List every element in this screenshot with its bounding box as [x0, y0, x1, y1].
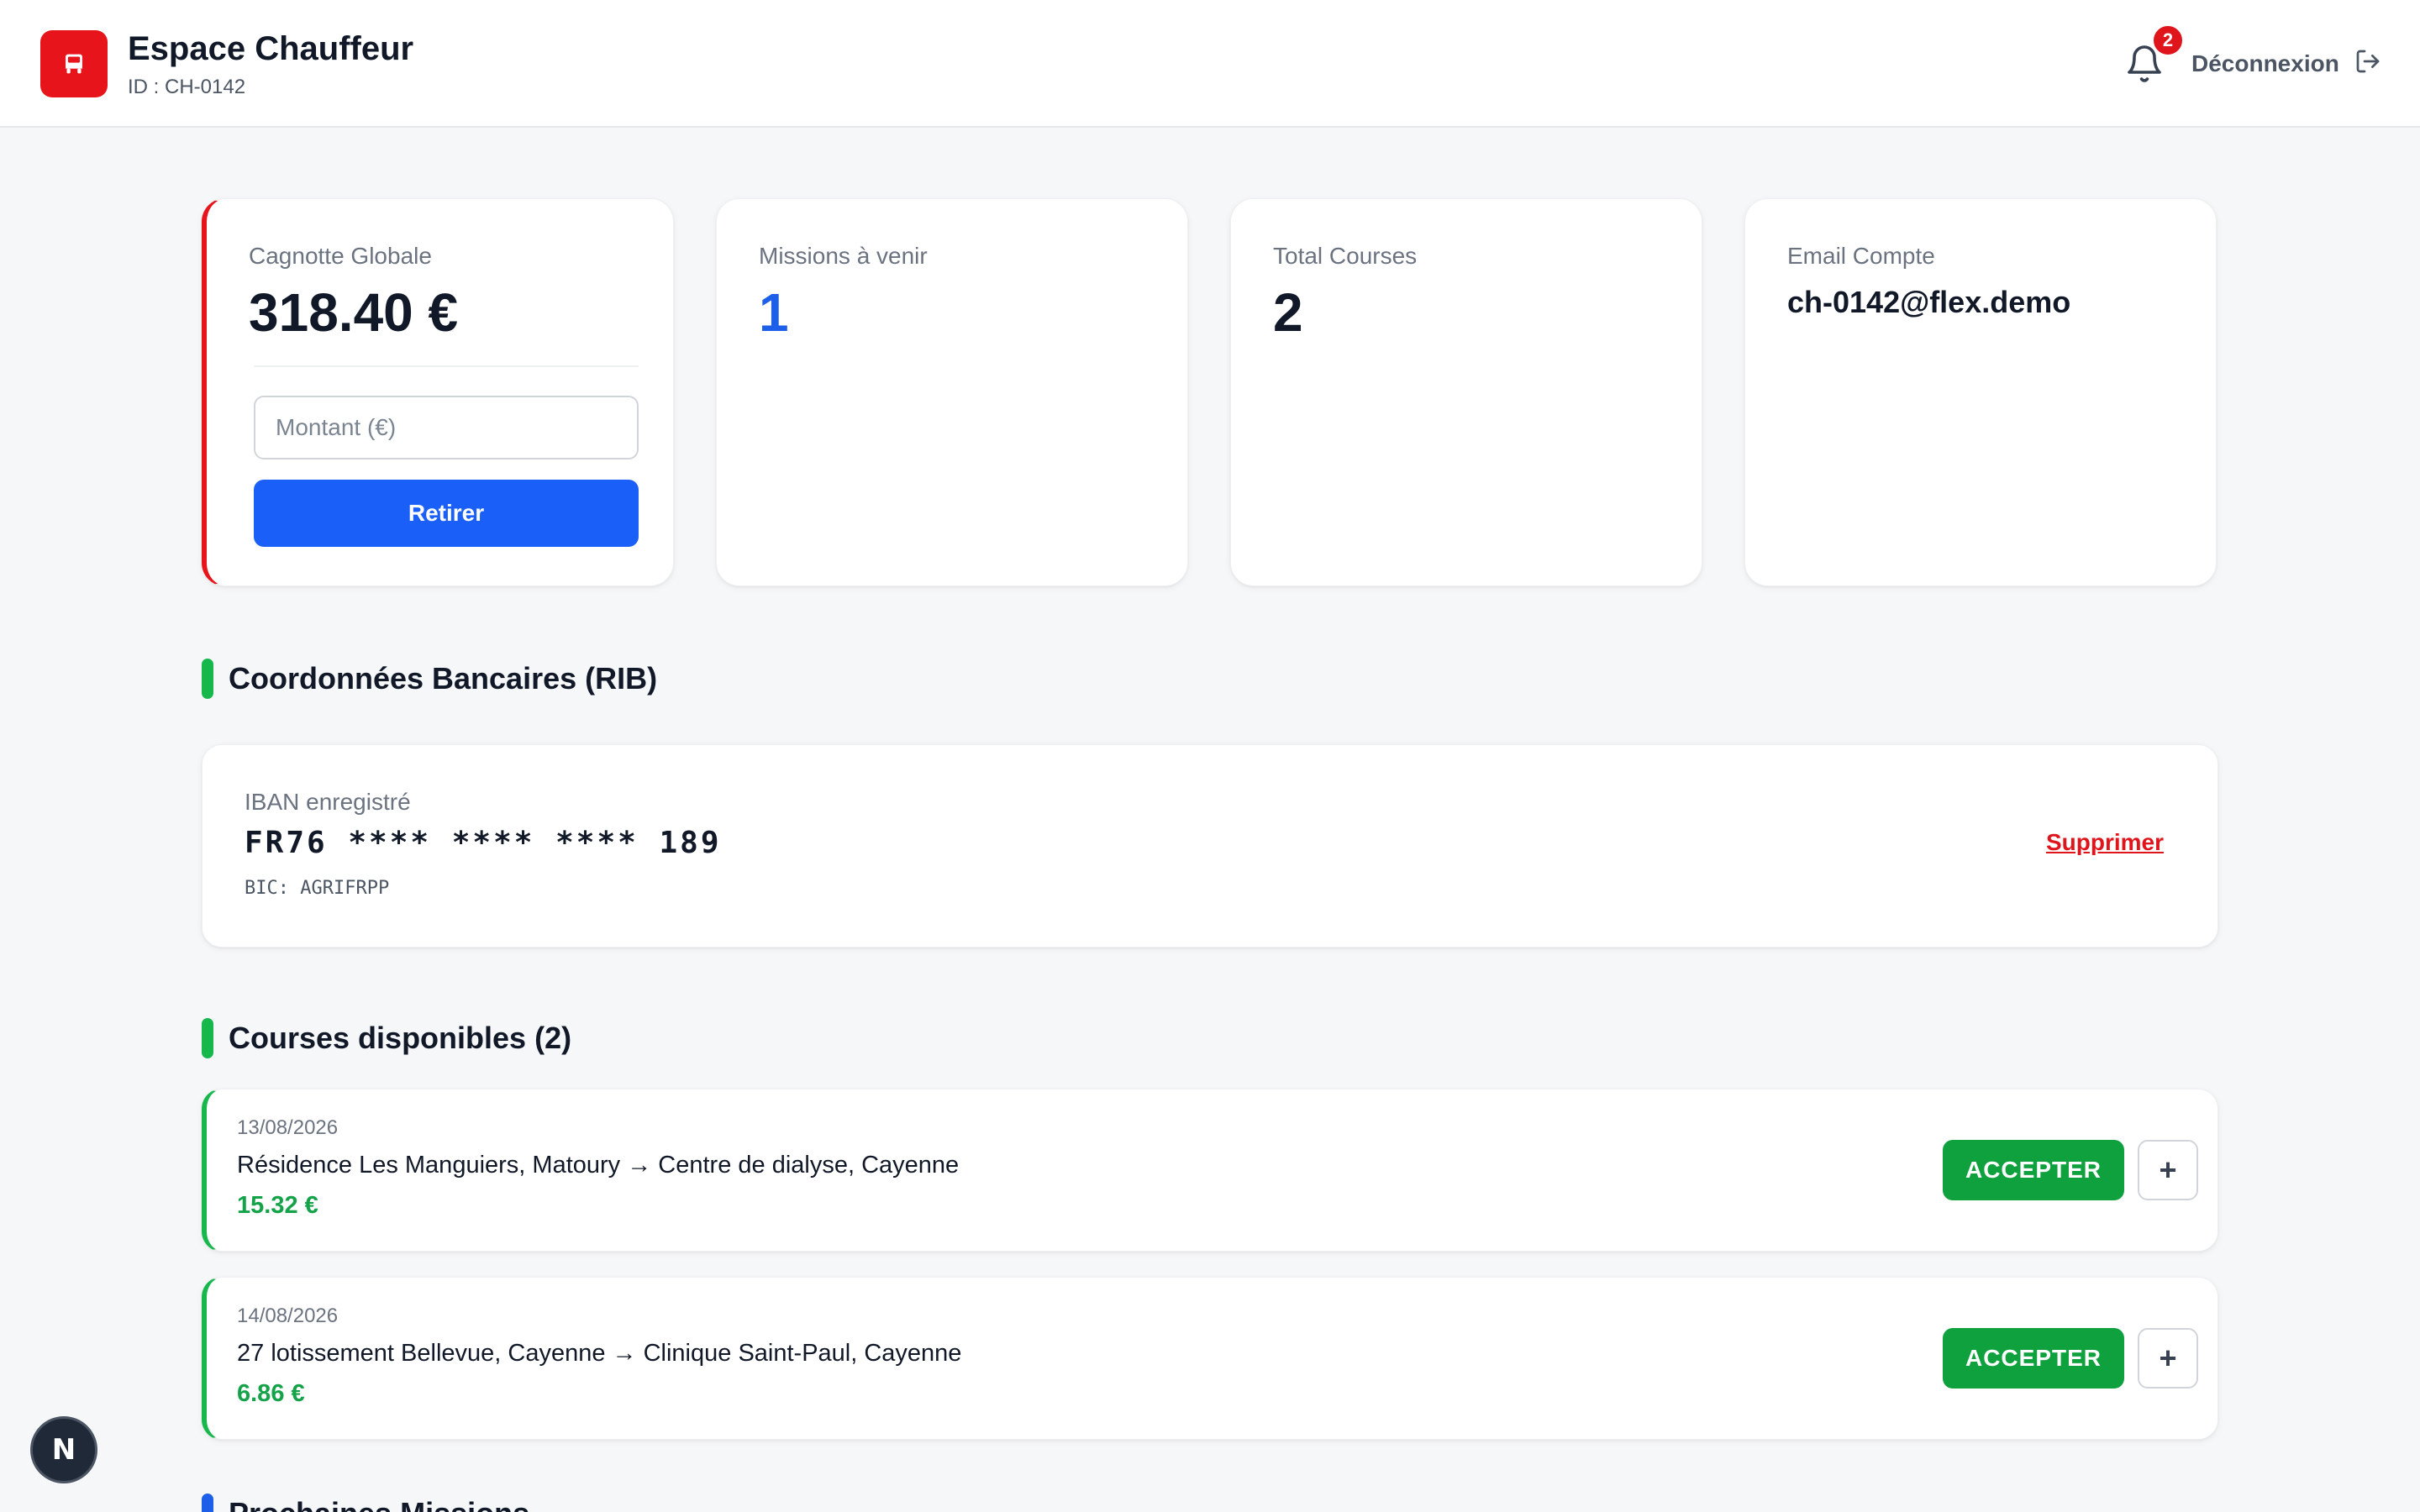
course-date: 14/08/2026 — [237, 1305, 339, 1327]
accept-button[interactable]: ACCEPTER — [1943, 1140, 2124, 1200]
course-date: 13/08/2026 — [237, 1116, 339, 1139]
wallet-value: 318.40 € — [249, 282, 459, 343]
iban-value: FR76 **** **** **** 189 — [245, 826, 722, 860]
account-email-card: Email Compte ch-0142@flex.demo — [1744, 198, 2217, 586]
course-route: Résidence Les Manguiers, Matoury → Centr… — [237, 1152, 960, 1179]
course-route: 27 lotissement Bellevue, Cayenne → Clini… — [237, 1340, 962, 1367]
total-courses-label: Total Courses — [1273, 243, 1418, 269]
account-email-value: ch-0142@flex.demo — [1787, 285, 2071, 319]
driver-id: ID : CH-0142 — [128, 76, 246, 98]
rib-section-title: Coordonnées Bancaires (RIB) — [202, 659, 657, 699]
missions-section-title: Prochaines Missions — [202, 1494, 529, 1512]
total-courses-value: 2 — [1273, 282, 1303, 343]
account-email-label: Email Compte — [1787, 243, 1935, 269]
courses-title-text: Courses disponibles (2) — [229, 1021, 572, 1055]
expand-button[interactable]: + — [2138, 1328, 2198, 1389]
total-courses-card: Total Courses 2 — [1230, 198, 1702, 586]
course-price: 6.86 € — [237, 1380, 305, 1407]
withdraw-button[interactable]: Retirer — [254, 480, 639, 547]
missions-title-text: Prochaines Missions — [229, 1496, 529, 1512]
upcoming-missions-card: Missions à venir 1 — [716, 198, 1188, 586]
top-header: Espace Chauffeur ID : CH-0142 2 Déconnex… — [0, 0, 2420, 128]
dev-tools-button[interactable]: N — [30, 1416, 97, 1483]
upcoming-missions-value: 1 — [759, 282, 789, 343]
section-marker — [202, 659, 213, 699]
delete-rib-link[interactable]: Supprimer — [2046, 829, 2164, 856]
logout-button[interactable]: Déconnexion — [2191, 47, 2381, 81]
course-card: 14/08/2026 27 lotissement Bellevue, Caye… — [202, 1277, 2218, 1440]
wallet-divider — [254, 365, 639, 367]
course-price: 15.32 € — [237, 1192, 318, 1219]
notification-badge: 2 — [2151, 24, 2185, 57]
car-icon — [40, 30, 108, 97]
section-marker — [202, 1018, 213, 1058]
logout-label: Déconnexion — [2191, 50, 2339, 76]
expand-button[interactable]: + — [2138, 1140, 2198, 1200]
accept-button[interactable]: ACCEPTER — [1943, 1328, 2124, 1389]
course-card: 13/08/2026 Résidence Les Manguiers, Mato… — [202, 1089, 2218, 1252]
bic-value: BIC: AGRIFRPP — [245, 878, 390, 899]
amount-input[interactable] — [254, 396, 639, 459]
app-title: Espace Chauffeur — [128, 30, 414, 67]
logout-icon — [2354, 48, 2381, 81]
rib-title-text: Coordonnées Bancaires (RIB) — [229, 661, 658, 696]
section-marker — [202, 1494, 213, 1512]
iban-label: IBAN enregistré — [245, 789, 411, 815]
rib-card: IBAN enregistré FR76 **** **** **** 189 … — [202, 744, 2218, 948]
wallet-card: Cagnotte Globale 318.40 € Retirer — [202, 198, 674, 586]
courses-section-title: Courses disponibles (2) — [202, 1018, 571, 1058]
wallet-label: Cagnotte Globale — [249, 243, 432, 269]
upcoming-missions-label: Missions à venir — [759, 243, 928, 269]
